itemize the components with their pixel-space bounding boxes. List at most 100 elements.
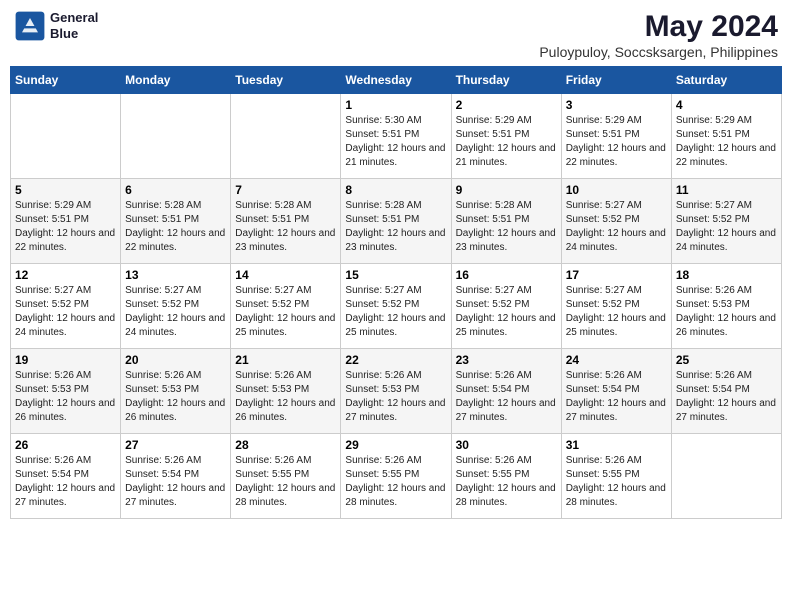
day-info: Sunrise: 5:27 AMSunset: 5:52 PMDaylight:… <box>566 284 667 340</box>
calendar-cell: 29 Sunrise: 5:26 AMSunset: 5:55 PMDaylig… <box>341 434 451 519</box>
calendar-week-row: 1 Sunrise: 5:30 AMSunset: 5:51 PMDayligh… <box>11 94 782 179</box>
day-info: Sunrise: 5:29 AMSunset: 5:51 PMDaylight:… <box>566 114 667 170</box>
day-info: Sunrise: 5:27 AMSunset: 5:52 PMDaylight:… <box>15 284 116 340</box>
day-number: 18 <box>676 268 777 282</box>
day-number: 14 <box>235 268 336 282</box>
calendar-cell: 25 Sunrise: 5:26 AMSunset: 5:54 PMDaylig… <box>671 349 781 434</box>
day-info: Sunrise: 5:30 AMSunset: 5:51 PMDaylight:… <box>345 114 446 170</box>
day-info: Sunrise: 5:26 AMSunset: 5:55 PMDaylight:… <box>345 454 446 510</box>
calendar-cell: 9 Sunrise: 5:28 AMSunset: 5:51 PMDayligh… <box>451 179 561 264</box>
title-section: May 2024 Puloypuloy, Soccsksargen, Phili… <box>539 10 778 60</box>
day-number: 22 <box>345 353 446 367</box>
day-number: 7 <box>235 183 336 197</box>
calendar-cell: 26 Sunrise: 5:26 AMSunset: 5:54 PMDaylig… <box>11 434 121 519</box>
day-number: 8 <box>345 183 446 197</box>
calendar-cell: 7 Sunrise: 5:28 AMSunset: 5:51 PMDayligh… <box>231 179 341 264</box>
calendar-cell: 28 Sunrise: 5:26 AMSunset: 5:55 PMDaylig… <box>231 434 341 519</box>
calendar-subtitle: Puloypuloy, Soccsksargen, Philippines <box>539 44 778 60</box>
calendar-cell: 23 Sunrise: 5:26 AMSunset: 5:54 PMDaylig… <box>451 349 561 434</box>
day-info: Sunrise: 5:26 AMSunset: 5:53 PMDaylight:… <box>676 284 777 340</box>
calendar-cell: 3 Sunrise: 5:29 AMSunset: 5:51 PMDayligh… <box>561 94 671 179</box>
calendar-week-row: 12 Sunrise: 5:27 AMSunset: 5:52 PMDaylig… <box>11 264 782 349</box>
day-info: Sunrise: 5:28 AMSunset: 5:51 PMDaylight:… <box>235 199 336 255</box>
day-info: Sunrise: 5:27 AMSunset: 5:52 PMDaylight:… <box>456 284 557 340</box>
calendar-cell: 22 Sunrise: 5:26 AMSunset: 5:53 PMDaylig… <box>341 349 451 434</box>
weekday-header: Thursday <box>451 67 561 94</box>
logo-icon <box>14 10 46 42</box>
logo-line1: General <box>50 10 98 26</box>
calendar-cell: 30 Sunrise: 5:26 AMSunset: 5:55 PMDaylig… <box>451 434 561 519</box>
calendar-cell <box>121 94 231 179</box>
calendar-cell: 6 Sunrise: 5:28 AMSunset: 5:51 PMDayligh… <box>121 179 231 264</box>
calendar-week-row: 19 Sunrise: 5:26 AMSunset: 5:53 PMDaylig… <box>11 349 782 434</box>
day-number: 3 <box>566 98 667 112</box>
calendar-week-row: 26 Sunrise: 5:26 AMSunset: 5:54 PMDaylig… <box>11 434 782 519</box>
day-number: 24 <box>566 353 667 367</box>
day-info: Sunrise: 5:29 AMSunset: 5:51 PMDaylight:… <box>676 114 777 170</box>
day-number: 16 <box>456 268 557 282</box>
calendar-cell: 4 Sunrise: 5:29 AMSunset: 5:51 PMDayligh… <box>671 94 781 179</box>
day-number: 11 <box>676 183 777 197</box>
day-info: Sunrise: 5:26 AMSunset: 5:54 PMDaylight:… <box>15 454 116 510</box>
day-number: 30 <box>456 438 557 452</box>
day-number: 9 <box>456 183 557 197</box>
day-info: Sunrise: 5:28 AMSunset: 5:51 PMDaylight:… <box>456 199 557 255</box>
calendar-cell: 21 Sunrise: 5:26 AMSunset: 5:53 PMDaylig… <box>231 349 341 434</box>
calendar-cell: 8 Sunrise: 5:28 AMSunset: 5:51 PMDayligh… <box>341 179 451 264</box>
day-number: 25 <box>676 353 777 367</box>
day-info: Sunrise: 5:27 AMSunset: 5:52 PMDaylight:… <box>125 284 226 340</box>
calendar-cell: 14 Sunrise: 5:27 AMSunset: 5:52 PMDaylig… <box>231 264 341 349</box>
calendar-cell: 17 Sunrise: 5:27 AMSunset: 5:52 PMDaylig… <box>561 264 671 349</box>
day-info: Sunrise: 5:27 AMSunset: 5:52 PMDaylight:… <box>676 199 777 255</box>
day-number: 31 <box>566 438 667 452</box>
calendar-week-row: 5 Sunrise: 5:29 AMSunset: 5:51 PMDayligh… <box>11 179 782 264</box>
day-info: Sunrise: 5:29 AMSunset: 5:51 PMDaylight:… <box>15 199 116 255</box>
day-number: 28 <box>235 438 336 452</box>
day-number: 21 <box>235 353 336 367</box>
calendar-cell <box>671 434 781 519</box>
calendar-table: SundayMondayTuesdayWednesdayThursdayFrid… <box>10 66 782 519</box>
day-number: 29 <box>345 438 446 452</box>
day-info: Sunrise: 5:26 AMSunset: 5:55 PMDaylight:… <box>566 454 667 510</box>
weekday-header: Friday <box>561 67 671 94</box>
calendar-cell: 10 Sunrise: 5:27 AMSunset: 5:52 PMDaylig… <box>561 179 671 264</box>
day-number: 15 <box>345 268 446 282</box>
logo-line2: Blue <box>50 26 98 42</box>
day-info: Sunrise: 5:27 AMSunset: 5:52 PMDaylight:… <box>566 199 667 255</box>
calendar-title: May 2024 <box>539 10 778 44</box>
day-info: Sunrise: 5:26 AMSunset: 5:53 PMDaylight:… <box>125 369 226 425</box>
day-info: Sunrise: 5:28 AMSunset: 5:51 PMDaylight:… <box>125 199 226 255</box>
calendar-cell: 1 Sunrise: 5:30 AMSunset: 5:51 PMDayligh… <box>341 94 451 179</box>
weekday-header: Saturday <box>671 67 781 94</box>
calendar-cell <box>11 94 121 179</box>
day-info: Sunrise: 5:26 AMSunset: 5:53 PMDaylight:… <box>15 369 116 425</box>
day-number: 20 <box>125 353 226 367</box>
calendar-cell: 31 Sunrise: 5:26 AMSunset: 5:55 PMDaylig… <box>561 434 671 519</box>
day-number: 27 <box>125 438 226 452</box>
logo: General Blue <box>14 10 98 42</box>
calendar-cell: 15 Sunrise: 5:27 AMSunset: 5:52 PMDaylig… <box>341 264 451 349</box>
day-number: 5 <box>15 183 116 197</box>
weekday-header: Monday <box>121 67 231 94</box>
day-info: Sunrise: 5:27 AMSunset: 5:52 PMDaylight:… <box>235 284 336 340</box>
calendar-cell: 5 Sunrise: 5:29 AMSunset: 5:51 PMDayligh… <box>11 179 121 264</box>
day-number: 13 <box>125 268 226 282</box>
day-info: Sunrise: 5:29 AMSunset: 5:51 PMDaylight:… <box>456 114 557 170</box>
calendar-cell: 11 Sunrise: 5:27 AMSunset: 5:52 PMDaylig… <box>671 179 781 264</box>
calendar-cell: 16 Sunrise: 5:27 AMSunset: 5:52 PMDaylig… <box>451 264 561 349</box>
calendar-cell: 19 Sunrise: 5:26 AMSunset: 5:53 PMDaylig… <box>11 349 121 434</box>
day-number: 17 <box>566 268 667 282</box>
day-info: Sunrise: 5:26 AMSunset: 5:54 PMDaylight:… <box>676 369 777 425</box>
day-number: 6 <box>125 183 226 197</box>
day-number: 10 <box>566 183 667 197</box>
day-info: Sunrise: 5:27 AMSunset: 5:52 PMDaylight:… <box>345 284 446 340</box>
page-header: General Blue May 2024 Puloypuloy, Soccsk… <box>10 10 782 60</box>
calendar-cell: 24 Sunrise: 5:26 AMSunset: 5:54 PMDaylig… <box>561 349 671 434</box>
calendar-cell: 20 Sunrise: 5:26 AMSunset: 5:53 PMDaylig… <box>121 349 231 434</box>
calendar-cell: 18 Sunrise: 5:26 AMSunset: 5:53 PMDaylig… <box>671 264 781 349</box>
day-info: Sunrise: 5:26 AMSunset: 5:54 PMDaylight:… <box>125 454 226 510</box>
calendar-cell: 2 Sunrise: 5:29 AMSunset: 5:51 PMDayligh… <box>451 94 561 179</box>
weekday-header: Sunday <box>11 67 121 94</box>
calendar-cell <box>231 94 341 179</box>
day-info: Sunrise: 5:26 AMSunset: 5:54 PMDaylight:… <box>566 369 667 425</box>
